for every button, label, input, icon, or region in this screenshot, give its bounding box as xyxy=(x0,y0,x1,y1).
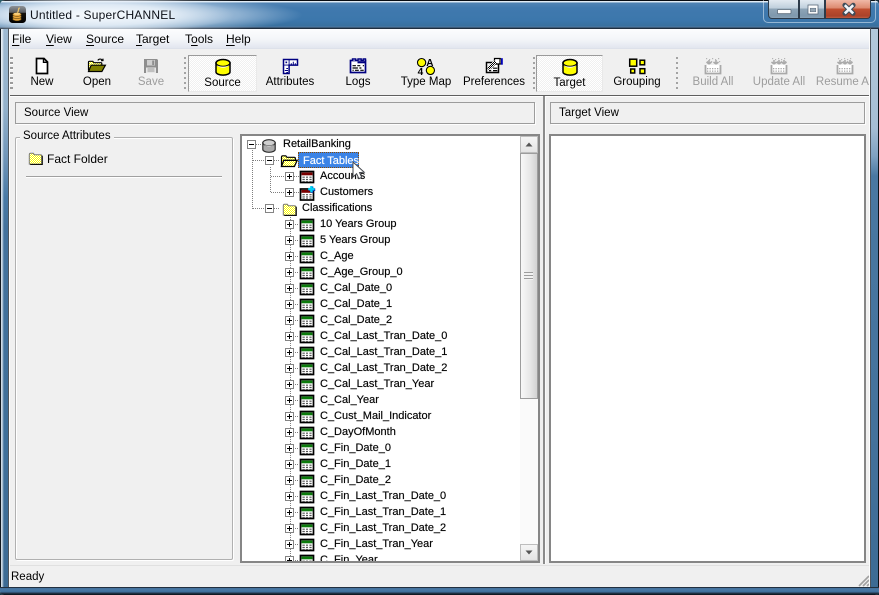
svg-text:4: 4 xyxy=(418,67,424,75)
svg-text:A: A xyxy=(426,58,433,69)
